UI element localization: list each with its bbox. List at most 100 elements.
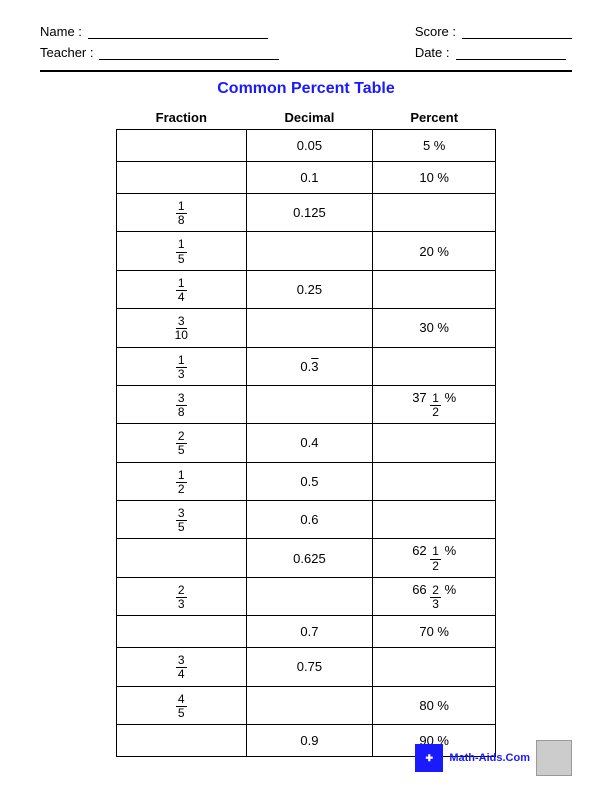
- table-row: 3 8 37 1 2 %: [117, 385, 496, 423]
- cell-percent: [373, 347, 496, 385]
- cell-decimal: 0.6: [246, 501, 373, 539]
- teacher-label: Teacher :: [40, 45, 93, 60]
- date-row: Date :: [415, 45, 572, 60]
- brand-logo: ✚: [415, 744, 443, 772]
- fraction-display: 3 4: [176, 654, 187, 681]
- table-row: 0.1 10 %: [117, 162, 496, 194]
- brand-name: Math-Aids.Com: [449, 752, 530, 764]
- cell-fraction: 1 5: [117, 232, 247, 270]
- table-row: 1 3 0.3: [117, 347, 496, 385]
- table-row: 2 3 66 2 3 %: [117, 577, 496, 615]
- cell-decimal: 0.5: [246, 462, 373, 500]
- cell-decimal: 0.3: [246, 347, 373, 385]
- score-row: Score :: [415, 24, 572, 39]
- name-label: Name :: [40, 24, 82, 39]
- cell-percent: 20 %: [373, 232, 496, 270]
- page: Name : Teacher : Score : Date : Common P…: [0, 0, 612, 792]
- date-line: [456, 46, 566, 60]
- fraction-display: 3 10: [173, 315, 190, 342]
- cell-fraction: 1 8: [117, 194, 247, 232]
- col-percent: Percent: [373, 106, 496, 130]
- cell-fraction: [117, 616, 247, 648]
- name-line: [88, 25, 268, 39]
- header-divider: [40, 70, 572, 72]
- cell-fraction: 1 2: [117, 462, 247, 500]
- cell-percent: [373, 194, 496, 232]
- fraction-display: 3 8: [176, 392, 187, 419]
- cell-fraction: [117, 130, 247, 162]
- table-title: Common Percent Table: [40, 80, 572, 98]
- table-row: 0.625 62 1 2 %: [117, 539, 496, 577]
- fraction-display: 1 4: [176, 277, 187, 304]
- table-row: 0.7 70 %: [117, 616, 496, 648]
- cell-fraction: 3 8: [117, 385, 247, 423]
- cell-fraction: [117, 724, 247, 756]
- cell-fraction: 2 5: [117, 424, 247, 462]
- cell-decimal: 0.625: [246, 539, 373, 577]
- cell-fraction: 3 10: [117, 309, 247, 347]
- table-row: 1 2 0.5: [117, 462, 496, 500]
- table-row: 2 5 0.4: [117, 424, 496, 462]
- cell-percent: 80 %: [373, 686, 496, 724]
- cell-decimal: 0.25: [246, 270, 373, 308]
- cell-fraction: 4 5: [117, 686, 247, 724]
- cell-decimal: 0.1: [246, 162, 373, 194]
- col-decimal: Decimal: [246, 106, 373, 130]
- fraction-display: 2 3: [176, 584, 187, 611]
- cell-percent: [373, 462, 496, 500]
- header-left: Name : Teacher :: [40, 24, 279, 60]
- mixed-percent: 1 2: [430, 392, 441, 419]
- cell-percent: 62 1 2 %: [373, 539, 496, 577]
- cell-percent: 10 %: [373, 162, 496, 194]
- fraction-display: 1 3: [176, 354, 187, 381]
- cell-decimal: 0.75: [246, 648, 373, 686]
- table-container: Fraction Decimal Percent 0.05 5 % 0.1 10…: [40, 106, 572, 757]
- col-fraction: Fraction: [117, 106, 247, 130]
- table-header-row: Fraction Decimal Percent: [117, 106, 496, 130]
- percent-table: Fraction Decimal Percent 0.05 5 % 0.1 10…: [116, 106, 496, 757]
- fraction-display: 1 2: [176, 469, 187, 496]
- cell-decimal: [246, 309, 373, 347]
- header-section: Name : Teacher : Score : Date :: [40, 24, 572, 60]
- cell-fraction: [117, 539, 247, 577]
- score-label: Score :: [415, 24, 456, 39]
- cell-fraction: 2 3: [117, 577, 247, 615]
- cell-percent: [373, 424, 496, 462]
- cell-decimal: [246, 686, 373, 724]
- cell-percent: 66 2 3 %: [373, 577, 496, 615]
- cell-decimal: 0.05: [246, 130, 373, 162]
- cell-percent: [373, 501, 496, 539]
- teacher-row: Teacher :: [40, 45, 279, 60]
- cell-percent: 5 %: [373, 130, 496, 162]
- header-right: Score : Date :: [415, 24, 572, 60]
- footer: ✚ Math-Aids.Com: [415, 740, 572, 776]
- cell-decimal: 0.7: [246, 616, 373, 648]
- cell-fraction: [117, 162, 247, 194]
- cell-percent: 70 %: [373, 616, 496, 648]
- table-row: 3 4 0.75: [117, 648, 496, 686]
- fraction-display: 2 5: [176, 430, 187, 457]
- repeating-digit: 3: [311, 359, 318, 374]
- table-row: 4 5 80 %: [117, 686, 496, 724]
- cell-decimal: [246, 385, 373, 423]
- cell-percent: 37 1 2 %: [373, 385, 496, 423]
- table-row: 3 10 30 %: [117, 309, 496, 347]
- cell-decimal: [246, 577, 373, 615]
- score-line: [462, 25, 572, 39]
- table-row: 1 8 0.125: [117, 194, 496, 232]
- qr-code: [536, 740, 572, 776]
- date-label: Date :: [415, 45, 450, 60]
- table-row: 1 4 0.25: [117, 270, 496, 308]
- cell-percent: 30 %: [373, 309, 496, 347]
- cell-decimal: 0.9: [246, 724, 373, 756]
- cell-decimal: 0.4: [246, 424, 373, 462]
- cell-percent: [373, 270, 496, 308]
- fraction-display: 3 5: [176, 507, 187, 534]
- cell-fraction: 3 4: [117, 648, 247, 686]
- table-row: 3 5 0.6: [117, 501, 496, 539]
- name-row: Name :: [40, 24, 279, 39]
- table-row: 0.05 5 %: [117, 130, 496, 162]
- teacher-line: [99, 46, 279, 60]
- cell-fraction: 3 5: [117, 501, 247, 539]
- cell-decimal: 0.125: [246, 194, 373, 232]
